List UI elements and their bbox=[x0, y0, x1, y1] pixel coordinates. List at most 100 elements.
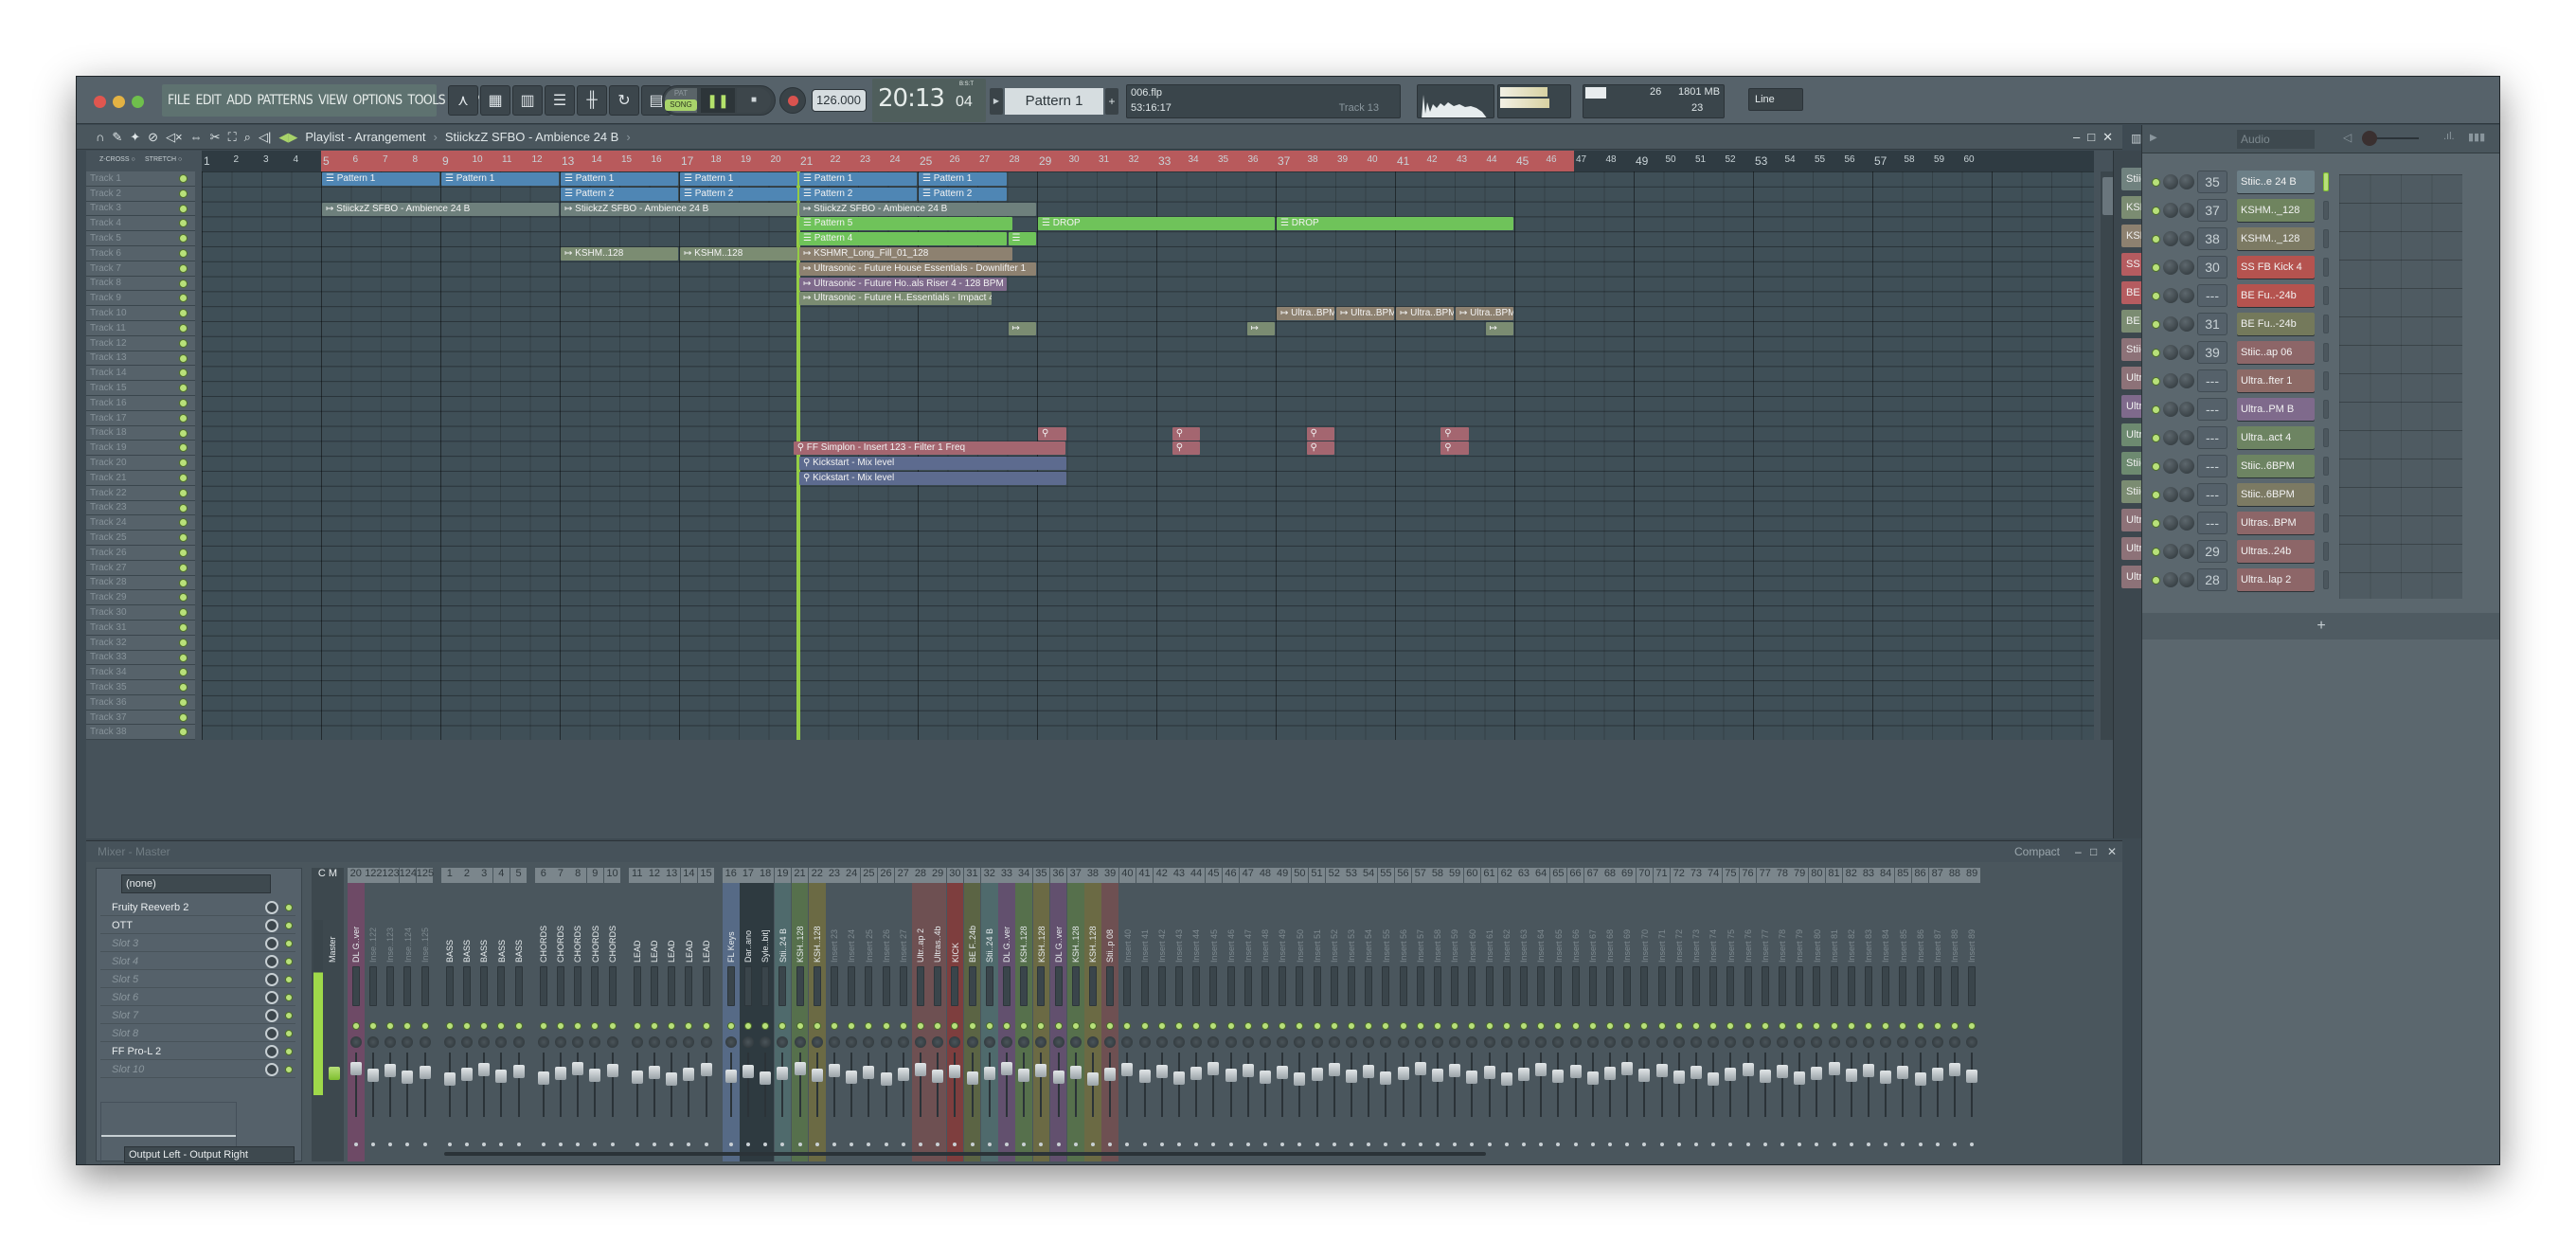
insert-pan-knob[interactable] bbox=[1569, 1036, 1582, 1048]
channel-pan-knob[interactable] bbox=[2163, 544, 2178, 559]
track-header[interactable]: Track 31 bbox=[86, 620, 195, 636]
track-mute-led[interactable] bbox=[179, 279, 188, 288]
insert-route-dot[interactable] bbox=[576, 1143, 581, 1146]
mixer-insert-strip[interactable]: 9 CHORDS bbox=[586, 868, 604, 1161]
mixer-insert-strip[interactable]: 69 Insert 69 bbox=[1619, 868, 1636, 1161]
insert-pan-knob[interactable] bbox=[349, 1036, 362, 1048]
insert-volume-fader[interactable] bbox=[1018, 1069, 1030, 1082]
graph-icon[interactable]: .ıl. bbox=[2443, 131, 2455, 142]
insert-volume-fader[interactable] bbox=[1363, 1065, 1375, 1078]
playlist-clip[interactable]: ↦ bbox=[1008, 322, 1036, 335]
insert-pan-knob[interactable] bbox=[966, 1036, 978, 1048]
mixer-insert-strip[interactable]: 43 Insert 43 bbox=[1171, 868, 1188, 1161]
track-mute-led[interactable] bbox=[179, 488, 188, 497]
channel-mute-led[interactable] bbox=[2152, 405, 2160, 414]
insert-volume-fader[interactable] bbox=[402, 1071, 414, 1084]
insert-pan-knob[interactable] bbox=[1931, 1036, 1943, 1048]
insert-pan-knob[interactable] bbox=[1759, 1036, 1771, 1048]
insert-route-dot[interactable] bbox=[353, 1143, 358, 1146]
insert-enable-led[interactable] bbox=[1433, 1022, 1441, 1030]
track-header[interactable]: Track 14 bbox=[86, 366, 195, 382]
insert-volume-fader[interactable] bbox=[1569, 1065, 1582, 1078]
channel-mixer-target[interactable]: 38 bbox=[2197, 227, 2227, 250]
insert-pan-knob[interactable] bbox=[983, 1036, 995, 1048]
effect-enable-led[interactable] bbox=[285, 1048, 293, 1055]
track-header[interactable]: Track 22 bbox=[86, 485, 195, 501]
insert-enable-led[interactable] bbox=[778, 1022, 787, 1030]
channel-select-indicator[interactable] bbox=[2323, 201, 2329, 220]
channel-mixer-target[interactable]: 37 bbox=[2197, 199, 2227, 222]
insert-pan-knob[interactable] bbox=[572, 1036, 584, 1048]
insert-pan-knob[interactable] bbox=[1294, 1036, 1306, 1048]
insert-pan-knob[interactable] bbox=[1345, 1036, 1357, 1048]
insert-route-dot[interactable] bbox=[1711, 1143, 1716, 1146]
mixer-insert-strip[interactable]: 50 Insert 50 bbox=[1291, 868, 1309, 1161]
channel-name-button[interactable]: Stiic..e 24 B bbox=[2237, 171, 2315, 193]
playlist-clip[interactable]: ☰ Pattern 5 bbox=[799, 217, 1012, 231]
channel-volume-knob[interactable] bbox=[2179, 316, 2194, 332]
insert-pan-knob[interactable] bbox=[631, 1036, 643, 1048]
channel-name-button[interactable]: Ultra..act 4 bbox=[2237, 426, 2315, 449]
playlist-clip[interactable]: ⚲ bbox=[1172, 441, 1201, 456]
insert-volume-fader[interactable] bbox=[1466, 1071, 1478, 1084]
channel-pan-knob[interactable] bbox=[2163, 487, 2178, 502]
insert-route-dot[interactable] bbox=[1108, 1143, 1113, 1146]
insert-enable-led[interactable] bbox=[420, 1022, 429, 1030]
mixer-insert-strip[interactable]: 56 Insert 56 bbox=[1394, 868, 1412, 1161]
insert-pan-knob[interactable] bbox=[1466, 1036, 1478, 1048]
insert-pan-knob[interactable] bbox=[811, 1036, 823, 1048]
insert-volume-fader[interactable] bbox=[1897, 1066, 1909, 1079]
insert-enable-led[interactable] bbox=[1226, 1022, 1235, 1030]
insert-volume-fader[interactable] bbox=[1725, 1068, 1737, 1081]
insert-pan-knob[interactable] bbox=[1655, 1036, 1668, 1048]
input-selector[interactable]: (none) bbox=[121, 874, 271, 893]
insert-enable-led[interactable] bbox=[1382, 1022, 1390, 1030]
channel-mute-led[interactable] bbox=[2152, 576, 2160, 585]
track-header[interactable]: Track 26 bbox=[86, 545, 195, 561]
insert-pan-knob[interactable] bbox=[1690, 1036, 1702, 1048]
paint-icon[interactable]: ✦ bbox=[130, 130, 140, 145]
insert-enable-led[interactable] bbox=[1054, 1022, 1063, 1030]
track-mute-led[interactable] bbox=[179, 398, 188, 407]
mixer-insert-strip[interactable]: 54 Insert 54 bbox=[1360, 868, 1377, 1161]
insert-enable-led[interactable] bbox=[1330, 1022, 1338, 1030]
insert-volume-fader[interactable] bbox=[1104, 1068, 1117, 1081]
mixer-insert-strip[interactable]: 37 KSH..128 bbox=[1067, 868, 1084, 1161]
insert-volume-fader[interactable] bbox=[1862, 1064, 1874, 1077]
playlist-clip[interactable]: ☰ Pattern 1 bbox=[799, 172, 917, 186]
slice-icon[interactable]: ✂ bbox=[210, 130, 221, 145]
insert-enable-led[interactable] bbox=[743, 1022, 752, 1030]
insert-volume-fader[interactable] bbox=[554, 1067, 566, 1080]
track-header[interactable]: Track 7 bbox=[86, 261, 195, 277]
insert-route-dot[interactable] bbox=[1849, 1143, 1853, 1146]
insert-route-dot[interactable] bbox=[593, 1143, 598, 1146]
channel-pan-knob[interactable] bbox=[2163, 459, 2178, 474]
mixer-insert-strip[interactable]: 14 LEAD bbox=[680, 868, 698, 1161]
insert-volume-fader[interactable] bbox=[606, 1064, 618, 1077]
rack-options-icon[interactable]: ▶ bbox=[2150, 133, 2157, 143]
insert-enable-led[interactable] bbox=[591, 1022, 599, 1030]
mixer-insert-strip[interactable]: 49 Insert 49 bbox=[1274, 868, 1291, 1161]
insert-route-dot[interactable] bbox=[1194, 1143, 1199, 1146]
mixer-insert-strip[interactable]: 23 Insert 23 bbox=[826, 868, 843, 1161]
swing-knob[interactable] bbox=[2362, 131, 2377, 146]
channel-mixer-target[interactable]: --- bbox=[2197, 398, 2227, 421]
mixer-insert-strip[interactable]: 33 DL G..ver bbox=[998, 868, 1015, 1161]
insert-route-dot[interactable] bbox=[1384, 1143, 1388, 1146]
channel-select-indicator[interactable] bbox=[2323, 457, 2329, 476]
effect-slot[interactable]: Slot 5 bbox=[100, 971, 295, 988]
playlist-clip[interactable]: ↦ KSHM..128 bbox=[561, 247, 678, 261]
insert-pan-knob[interactable] bbox=[1725, 1036, 1737, 1048]
mixer-insert-strip[interactable]: 73 Insert 73 bbox=[1688, 868, 1705, 1161]
track-mute-led[interactable] bbox=[179, 413, 188, 423]
mixer-insert-strip[interactable]: 61 Insert 61 bbox=[1480, 868, 1498, 1161]
channel-select-indicator[interactable] bbox=[2323, 513, 2329, 532]
channel-select-indicator[interactable] bbox=[2323, 315, 2329, 333]
mixer-insert-strip[interactable]: 70 Insert 70 bbox=[1636, 868, 1654, 1161]
insert-enable-led[interactable] bbox=[1847, 1022, 1855, 1030]
playlist-clip[interactable]: ☰ bbox=[1008, 232, 1036, 246]
channel-volume-knob[interactable] bbox=[2179, 231, 2194, 246]
insert-route-dot[interactable] bbox=[1556, 1143, 1561, 1146]
insert-volume-fader[interactable] bbox=[1500, 1072, 1512, 1086]
mixer-insert-strip[interactable]: 4 BASS bbox=[492, 868, 510, 1161]
